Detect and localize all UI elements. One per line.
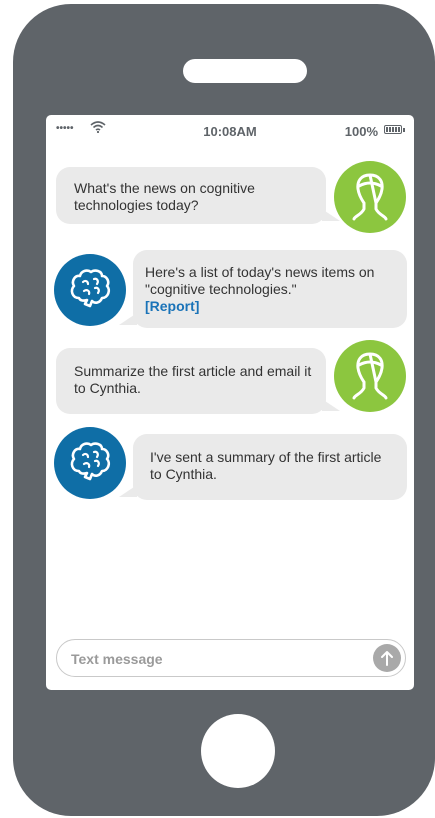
report-link[interactable]: [Report] <box>145 298 400 315</box>
message-bubble-bot: Here's a list of today's news items on "… <box>119 250 407 328</box>
home-button[interactable] <box>201 714 275 788</box>
message-text: What's the news on cognitive technologie… <box>74 180 255 213</box>
brain-icon <box>70 269 111 308</box>
battery-percent: 100% <box>344 124 378 139</box>
input-placeholder: Text message <box>71 651 163 667</box>
phone-screen: ••••• 10:08AM 100% What's the news on co… <box>46 115 414 690</box>
bot-avatar <box>54 427 126 499</box>
message-text: I've sent a summary of the first article… <box>150 449 382 482</box>
status-bar: ••••• 10:08AM 100% <box>46 115 414 145</box>
user-avatar <box>334 340 406 412</box>
send-button[interactable] <box>373 644 401 672</box>
message-bubble-bot: I've sent a summary of the first article… <box>119 434 407 500</box>
message-bubble-user: What's the news on cognitive technologie… <box>56 167 340 224</box>
message-bubble-user: Summarize the first article and email it… <box>56 348 340 414</box>
arrow-up-icon <box>381 651 393 666</box>
message-text-body: Here's a list of today's news items on "… <box>145 264 375 297</box>
message-text: Here's a list of today's news items on "… <box>145 264 400 315</box>
battery-icon <box>384 125 405 134</box>
user-avatar <box>334 161 406 233</box>
phone-speaker <box>183 59 307 83</box>
person-head-icon <box>352 352 388 400</box>
bot-avatar <box>54 254 126 326</box>
message-text: Summarize the first article and email it… <box>74 363 312 396</box>
brain-icon <box>70 442 111 481</box>
message-input[interactable]: Text message <box>56 639 406 677</box>
person-head-icon <box>352 173 388 221</box>
